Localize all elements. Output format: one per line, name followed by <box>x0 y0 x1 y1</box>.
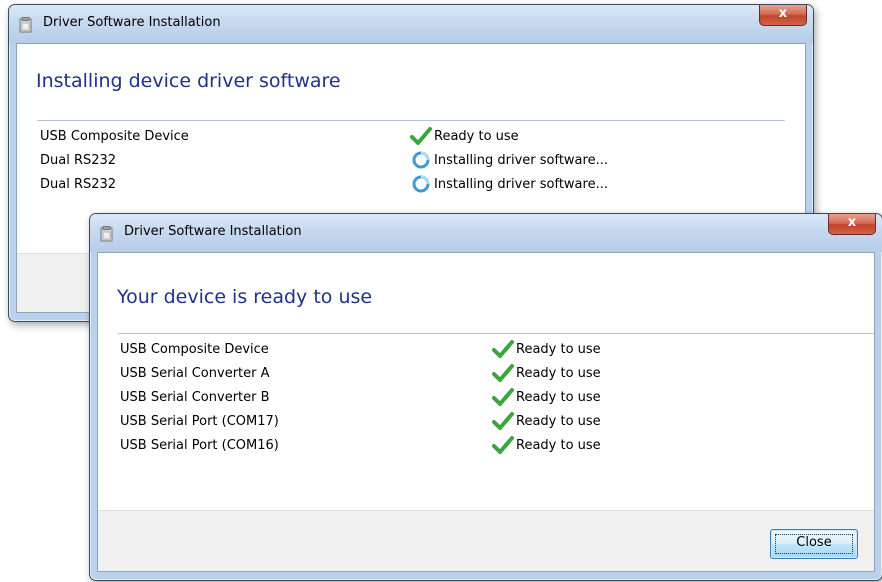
close-button-label: Close <box>796 535 832 550</box>
window-content: Your device is ready to use USB Composit… <box>97 252 875 572</box>
status-text: Ready to use <box>516 414 601 429</box>
device-row: USB Serial Port (COM17) Ready to use <box>120 412 860 438</box>
title-bar[interactable]: Driver Software Installation x <box>9 5 813 43</box>
spinner-icon <box>412 175 430 193</box>
device-name: USB Serial Port (COM17) <box>120 414 279 429</box>
separator <box>37 120 785 121</box>
close-window-button[interactable]: x <box>759 5 807 26</box>
device-name: Dual RS232 <box>40 153 117 168</box>
separator <box>118 333 874 334</box>
title-bar[interactable]: Driver Software Installation x <box>90 214 882 252</box>
page-heading: Your device is ready to use <box>117 286 373 308</box>
device-name: USB Serial Port (COM16) <box>120 438 279 453</box>
checkmark-icon <box>492 364 514 382</box>
checkmark-icon <box>492 412 514 430</box>
spinner-icon <box>412 151 430 169</box>
close-window-button[interactable]: x <box>828 214 876 235</box>
status-text: Ready to use <box>434 129 519 144</box>
device-row: Dual RS232 Installing driver software... <box>40 175 780 201</box>
device-name: Dual RS232 <box>40 177 117 192</box>
device-name: USB Serial Converter A <box>120 366 270 381</box>
checkmark-icon <box>410 127 432 145</box>
status-text: Installing driver software... <box>434 177 608 192</box>
status-text: Ready to use <box>516 366 601 381</box>
checkmark-icon <box>492 340 514 358</box>
device-name: USB Composite Device <box>120 342 269 357</box>
device-name: USB Serial Converter B <box>120 390 270 405</box>
checkmark-icon <box>492 388 514 406</box>
device-row: USB Serial Converter A Ready to use <box>120 364 860 390</box>
status-text: Ready to use <box>516 438 601 453</box>
device-row: USB Serial Port (COM16) Ready to use <box>120 436 860 462</box>
device-row: USB Composite Device Ready to use <box>120 340 860 366</box>
device-name: USB Composite Device <box>40 129 189 144</box>
driver-install-window-front: Driver Software Installation x Your devi… <box>89 213 882 581</box>
close-button[interactable]: Close <box>770 529 858 559</box>
driver-install-icon <box>100 226 113 242</box>
status-text: Installing driver software... <box>434 153 608 168</box>
page-heading: Installing device driver software <box>36 70 341 92</box>
status-text: Ready to use <box>516 390 601 405</box>
window-title: Driver Software Installation <box>124 224 302 239</box>
device-row: USB Serial Converter B Ready to use <box>120 388 860 414</box>
driver-install-icon <box>19 17 32 33</box>
checkmark-icon <box>492 436 514 454</box>
status-text: Ready to use <box>516 342 601 357</box>
window-footer: Close <box>98 510 874 571</box>
window-title: Driver Software Installation <box>43 15 221 30</box>
